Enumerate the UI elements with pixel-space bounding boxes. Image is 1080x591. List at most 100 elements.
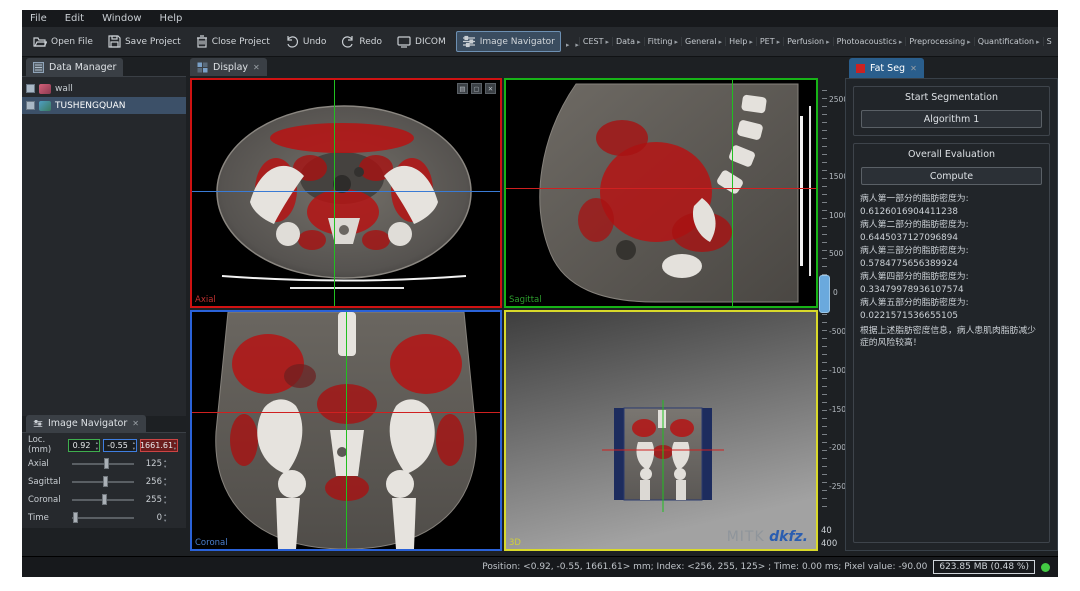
data-node-wall[interactable]: wall xyxy=(22,80,186,97)
visibility-checkbox[interactable] xyxy=(26,101,35,110)
mitk-workbench-window: File Edit Window Help Open File Save Pro… xyxy=(22,10,1058,577)
result-line: 病人第四部分的脂肪密度为: 0.33479978936107574 xyxy=(860,271,1043,297)
surface-node-icon xyxy=(39,84,51,94)
viewport-3d[interactable]: 3D MITK dkfz. xyxy=(504,310,818,551)
view-menu-fitting[interactable]: Fitting xyxy=(644,37,681,46)
open-file-label: Open File xyxy=(51,37,93,47)
menu-edit[interactable]: Edit xyxy=(65,13,84,24)
crosshair-axial-line[interactable] xyxy=(506,188,816,189)
close-icon[interactable] xyxy=(132,418,139,429)
crosshair-sagittal-line[interactable] xyxy=(334,80,335,306)
loc-y-spinbox[interactable]: -0.55 xyxy=(103,439,137,452)
level-window-slider[interactable]: 2500 1500 1000 500 0 -500 -1000 -1500 -2… xyxy=(821,78,845,551)
compute-button[interactable]: Compute xyxy=(861,167,1042,185)
location-row: Loc. (mm) 0.92 -0.55 1661.61 xyxy=(22,438,186,452)
save-project-button[interactable]: Save Project xyxy=(103,32,186,51)
dicom-icon xyxy=(397,35,411,48)
status-bar: Position: <0.92, -0.55, 1661.61> mm; Ind… xyxy=(22,556,1058,577)
viewport-maximize-icon[interactable]: ▢ xyxy=(471,83,482,94)
tab-label: Data Manager xyxy=(49,62,116,73)
submenu-arrow-icon xyxy=(826,37,830,46)
viewport-label: Coronal xyxy=(195,538,228,548)
fat-seg-panel: Start Segmentation Algorithm 1 Overall E… xyxy=(845,78,1058,551)
loc-z-spinbox[interactable]: 1661.61 xyxy=(140,439,178,452)
viewport-crosshair-toggle-icon[interactable]: ✕ xyxy=(485,83,496,94)
slider-handle[interactable] xyxy=(103,476,108,487)
tab-fat-seg[interactable]: Fat Seg xyxy=(849,58,924,78)
menu-window[interactable]: Window xyxy=(102,13,141,24)
memory-usage-indicator: 623.85 MB (0.48 %) xyxy=(933,560,1035,574)
view-menu-pet[interactable]: PET xyxy=(756,37,783,46)
tab-label: Display xyxy=(213,62,248,73)
spinner-arrows-icon[interactable] xyxy=(164,458,166,470)
close-project-button[interactable]: Close Project xyxy=(191,32,275,51)
tab-data-manager[interactable]: Data Manager xyxy=(26,58,123,76)
viewport-sagittal[interactable]: Sagittal xyxy=(504,78,818,308)
spinner-arrows-icon[interactable] xyxy=(96,440,98,452)
slider-label: Axial xyxy=(22,459,68,469)
spinner-arrows-icon[interactable] xyxy=(164,512,166,524)
crosshair-sagittal-line[interactable] xyxy=(346,312,347,549)
menu-help[interactable]: Help xyxy=(160,13,183,24)
time-slider-row: Time 0 xyxy=(22,511,186,525)
view-menu-data[interactable]: Data xyxy=(612,37,644,46)
close-icon[interactable] xyxy=(253,62,260,73)
view-menu-cest[interactable]: CEST xyxy=(579,37,612,46)
algorithm-1-button[interactable]: Algorithm 1 xyxy=(861,110,1042,128)
level-window-handle[interactable] xyxy=(819,275,830,313)
overall-evaluation-group: Overall Evaluation Compute 病人第一部分的脂肪密度为:… xyxy=(853,143,1050,543)
spinner-arrows-icon[interactable] xyxy=(133,440,135,452)
slider-label: Coronal xyxy=(22,495,68,505)
viewport-label: Sagittal xyxy=(509,295,542,305)
viewport-axial[interactable]: ▤ ▢ ✕ Axial xyxy=(190,78,502,308)
tab-image-navigator[interactable]: Image Navigator xyxy=(26,415,146,432)
axial-ct-image xyxy=(192,80,500,306)
spinner-arrows-icon[interactable] xyxy=(164,494,166,506)
view-menu-general[interactable]: General xyxy=(681,37,725,46)
open-file-button[interactable]: Open File xyxy=(28,32,98,51)
view-menu-label: Help xyxy=(729,37,747,46)
view-menu-help[interactable]: Help xyxy=(725,37,756,46)
view-menu-perfusion[interactable]: Perfusion xyxy=(783,37,833,46)
spinner-arrows-icon[interactable] xyxy=(174,440,176,452)
tab-display[interactable]: Display xyxy=(190,58,267,76)
slider-handle[interactable] xyxy=(73,512,78,523)
sagittal-slider[interactable] xyxy=(72,481,134,483)
crosshair-axial-line[interactable] xyxy=(192,412,500,413)
view-menu-preprocessing[interactable]: Preprocessing xyxy=(905,37,973,46)
coronal-slider[interactable] xyxy=(72,499,134,501)
view-menu-photoacoustics[interactable]: Photoacoustics xyxy=(833,37,906,46)
time-slider[interactable] xyxy=(72,517,134,519)
result-line: 病人第二部分的脂肪密度为: 0.6445037127096894 xyxy=(860,219,1043,245)
result-line: 病人第一部分的脂肪密度为: 0.6126016904411238 xyxy=(860,193,1043,219)
loc-x-spinbox[interactable]: 0.92 xyxy=(68,439,100,452)
redo-button[interactable]: Redo xyxy=(336,32,387,51)
crosshair-sagittal-line[interactable] xyxy=(732,80,733,306)
image-navigator-button[interactable]: Image Navigator xyxy=(456,31,561,52)
slider-value: 256 xyxy=(134,477,162,487)
tab-label: Fat Seg xyxy=(870,63,905,74)
slider-value: 255 xyxy=(134,495,162,505)
display-icon xyxy=(197,62,208,73)
mitk-logo-text: MITK xyxy=(727,529,765,545)
visibility-checkbox[interactable] xyxy=(26,84,35,93)
axial-slider[interactable] xyxy=(72,463,134,465)
menu-file[interactable]: File xyxy=(30,13,47,24)
dicom-button[interactable]: DICOM xyxy=(392,32,451,51)
slider-handle[interactable] xyxy=(104,458,109,469)
spinner-arrows-icon[interactable] xyxy=(164,476,166,488)
viewport-label: Axial xyxy=(195,295,216,305)
overflow-arrow-icon[interactable] xyxy=(566,32,570,51)
view-menu-segmentation[interactable]: Segmentation xyxy=(1043,37,1052,46)
viewport-menu-icon[interactable]: ▤ xyxy=(457,83,468,94)
slider-handle[interactable] xyxy=(102,494,107,505)
close-icon[interactable] xyxy=(910,63,917,74)
submenu-arrow-icon xyxy=(749,37,753,46)
mitk-dkfz-logo: MITK dkfz. xyxy=(727,529,808,545)
undo-button[interactable]: Undo xyxy=(280,32,332,51)
viewport-coronal[interactable]: Coronal xyxy=(190,310,502,551)
data-node-tushengquan[interactable]: TUSHENGQUAN xyxy=(22,97,186,114)
redo-label: Redo xyxy=(359,37,382,47)
crosshair-coronal-line[interactable] xyxy=(192,191,500,192)
view-menu-quantification[interactable]: Quantification xyxy=(974,37,1043,46)
